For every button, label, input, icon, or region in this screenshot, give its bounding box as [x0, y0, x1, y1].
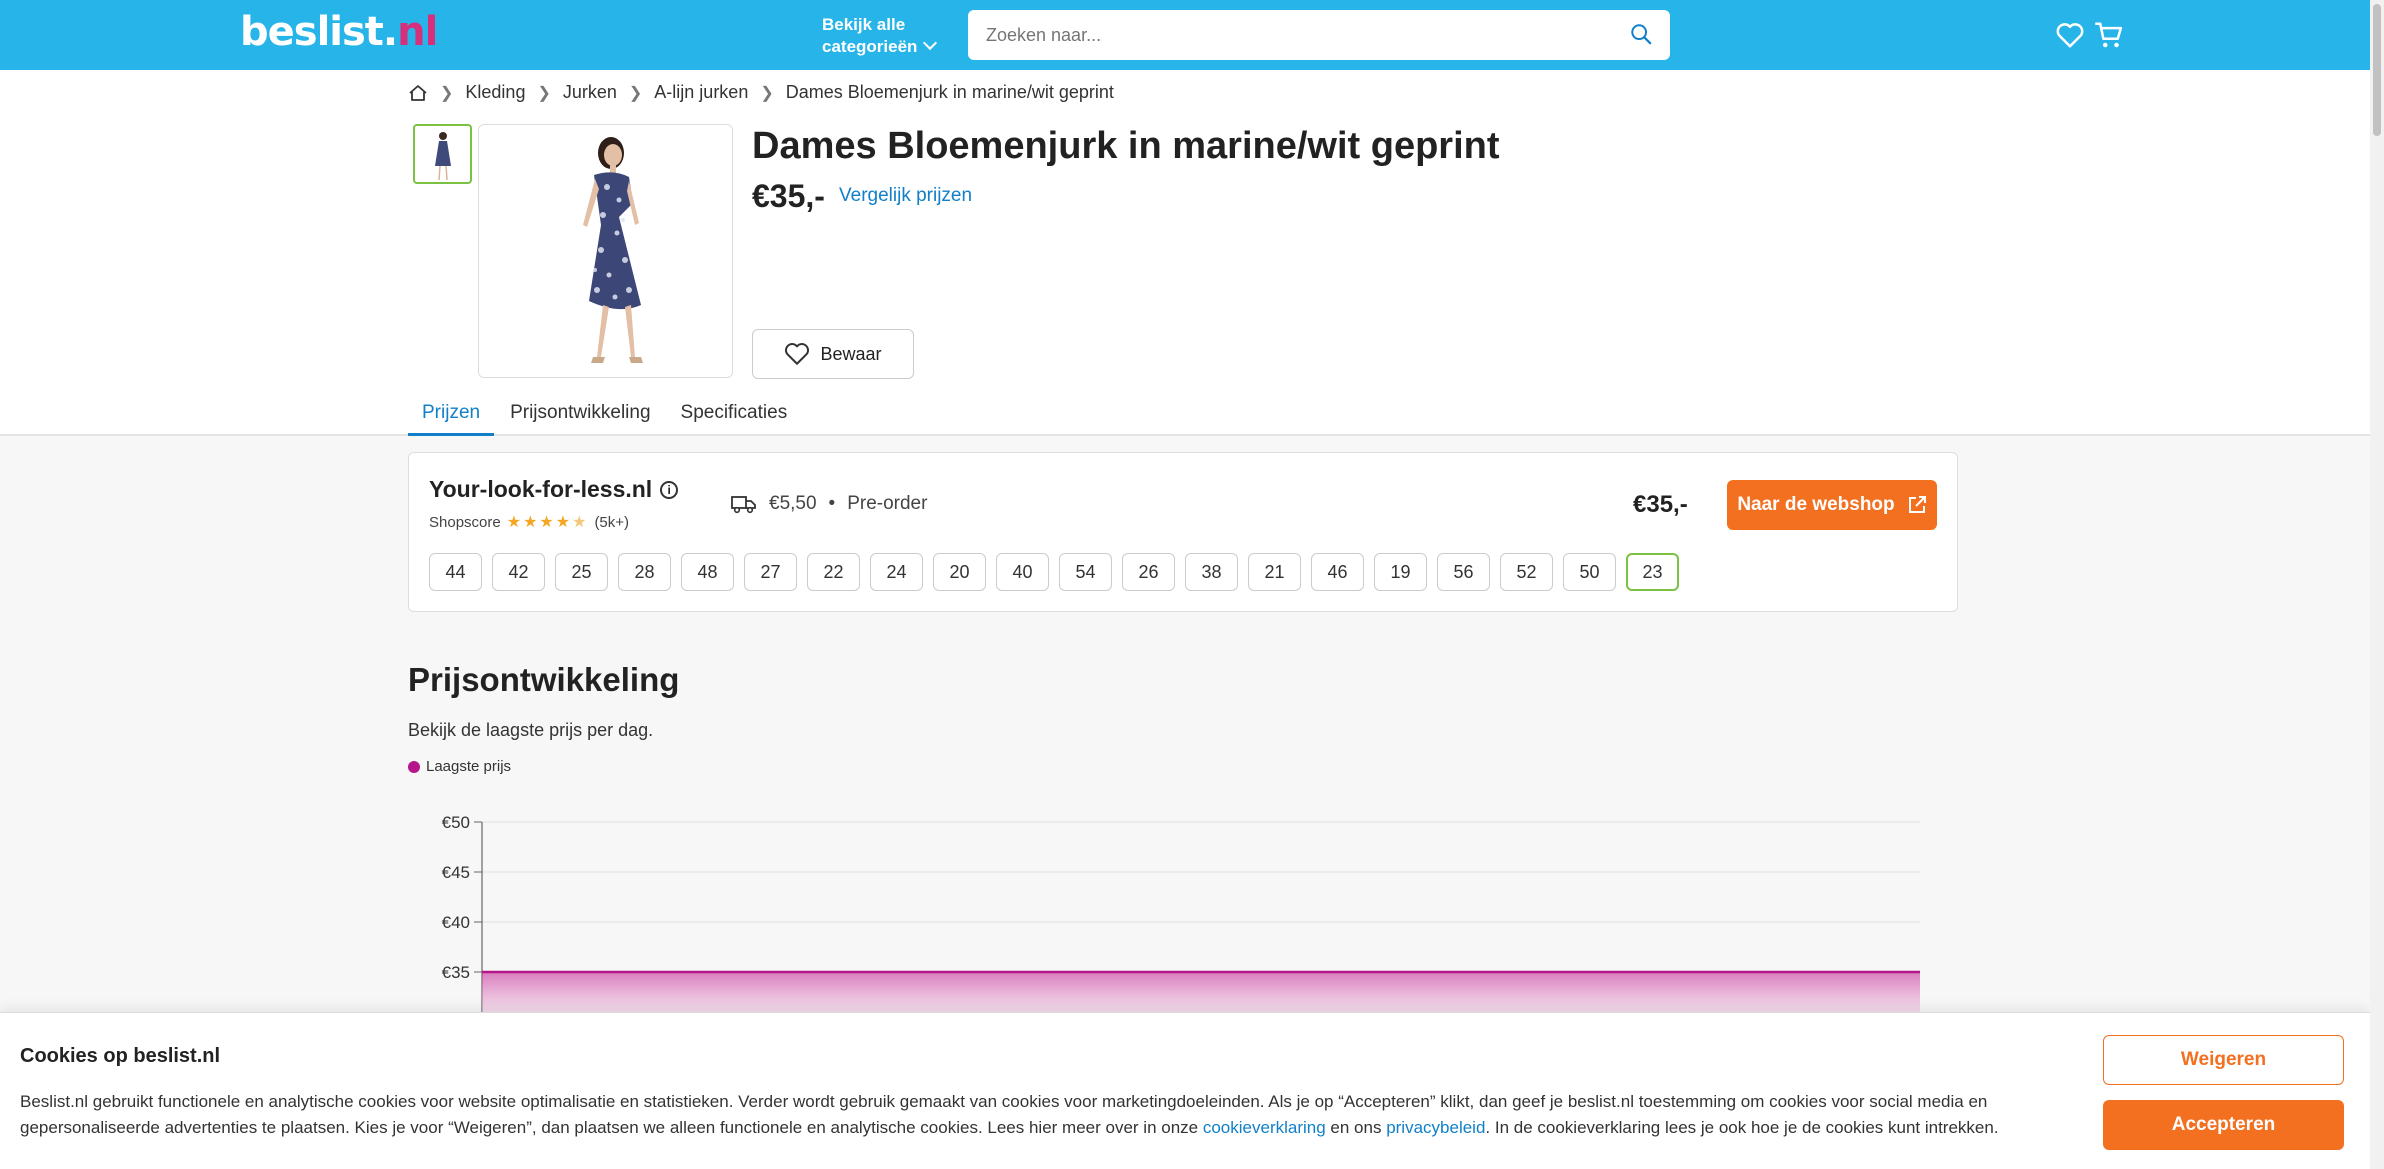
breadcrumb: ❯ Kleding ❯ Jurken ❯ A-lijn jurken ❯ Dam… [408, 82, 1114, 103]
shop-name[interactable]: Your-look-for-less.nl [429, 476, 652, 503]
go-to-webshop-label: Naar de webshop [1737, 494, 1895, 515]
heart-icon [785, 343, 810, 365]
logo-tld: nl [397, 9, 438, 55]
scrollbar-thumb[interactable] [2373, 4, 2381, 136]
size-options: 44 42 25 28 48 27 22 24 20 40 54 26 38 21 46 19 56 52 50 23 [429, 553, 1679, 591]
size-option-50[interactable]: 50 [1563, 553, 1616, 591]
shipping-cost: €5,50 [769, 493, 817, 514]
page-scrollbar[interactable] [2370, 0, 2384, 1169]
y-tick-label: €40 [442, 913, 470, 932]
logo-dot: . [382, 9, 398, 55]
tab-specificaties[interactable]: Specificaties [667, 396, 802, 436]
product-image[interactable] [478, 124, 733, 378]
y-tick-label: €35 [442, 963, 470, 982]
cookie-text-part3: . In de cookieverklaring lees je ook hoe… [1485, 1118, 1999, 1137]
cookie-text: Beslist.nl gebruikt functionele en analy… [20, 1089, 2080, 1141]
cookie-statement-link[interactable]: cookieverklaring [1203, 1118, 1326, 1137]
cart-icon[interactable] [2094, 20, 2124, 50]
go-to-webshop-button[interactable]: Naar de webshop [1727, 480, 1937, 530]
price-history-chart: €50 €45 €40 €35 [442, 813, 1920, 1013]
shipping-info: €5,50 • Pre-order [731, 493, 927, 515]
breadcrumb-item-a-lijn-jurken[interactable]: A-lijn jurken [654, 82, 748, 103]
external-link-icon [1908, 496, 1926, 513]
privacy-policy-link[interactable]: privacybeleid [1386, 1118, 1485, 1137]
size-option-26[interactable]: 26 [1122, 553, 1175, 591]
cookie-banner: Cookies op beslist.nl Beslist.nl gebruik… [0, 1012, 2370, 1169]
breadcrumb-item-jurken[interactable]: Jurken [563, 82, 617, 103]
accept-cookies-button[interactable]: Accepteren [2103, 1100, 2344, 1150]
size-option-52[interactable]: 52 [1500, 553, 1553, 591]
offer-card: Your-look-for-less.nl i Shopscore ★★★★★ … [408, 452, 1958, 612]
product-title: Dames Bloemenjurk in marine/wit geprint [752, 125, 1500, 167]
separator: • [828, 493, 836, 514]
rating-count: (5k+) [594, 513, 630, 531]
product-thumbnail[interactable] [413, 124, 472, 184]
star-rating-icon: ★★★★★ [506, 514, 589, 531]
price-history-subtitle: Bekijk de laagste prijs per dag. [408, 720, 654, 740]
heart-icon[interactable] [2055, 20, 2085, 50]
size-option-27[interactable]: 27 [744, 553, 797, 591]
size-option-24[interactable]: 24 [870, 553, 923, 591]
chart-legend: Laagste prijs [408, 758, 511, 775]
shopscore-label: Shopscore [429, 513, 501, 531]
product-price: €35,- [752, 178, 825, 214]
compare-prices-link[interactable]: Vergelijk prijzen [839, 185, 972, 207]
truck-icon [731, 496, 756, 514]
search-icon[interactable] [1630, 23, 1652, 45]
y-tick-label: €50 [442, 813, 470, 832]
info-icon[interactable]: i [660, 480, 679, 499]
shopscore: Shopscore ★★★★★ (5k+) [429, 512, 629, 532]
search-bar [968, 10, 1670, 60]
series-area-laagste-prijs [482, 972, 1920, 1013]
categories-line1: Bekijk alle [822, 15, 906, 34]
search-input[interactable] [968, 10, 1588, 60]
price-history-title: Prijsontwikkeling [408, 661, 680, 698]
chevron-right-icon: ❯ [440, 84, 454, 102]
size-option-19[interactable]: 19 [1374, 553, 1427, 591]
size-option-38[interactable]: 38 [1185, 553, 1238, 591]
cookie-text-part2: en ons [1325, 1118, 1387, 1137]
size-option-54[interactable]: 54 [1059, 553, 1112, 591]
size-option-21[interactable]: 21 [1248, 553, 1301, 591]
deny-cookies-button[interactable]: Weigeren [2103, 1035, 2344, 1085]
size-option-20[interactable]: 20 [933, 553, 986, 591]
chevron-right-icon: ❯ [628, 84, 643, 102]
size-option-22[interactable]: 22 [807, 553, 860, 591]
product-tabs: Prijzen Prijsontwikkeling Specificaties [408, 396, 803, 436]
size-option-46[interactable]: 46 [1311, 553, 1364, 591]
size-option-56[interactable]: 56 [1437, 553, 1490, 591]
y-tick-label: €45 [442, 863, 470, 882]
offer-price: €35,- [1633, 491, 1688, 518]
shop-name-row: Your-look-for-less.nl i [429, 476, 679, 503]
home-icon[interactable] [408, 84, 428, 102]
tab-prijzen[interactable]: Prijzen [408, 396, 495, 436]
site-header: beslist.nl Bekijk alle categorieën [0, 0, 2370, 70]
cookie-title: Cookies op beslist.nl [20, 1045, 221, 1067]
breadcrumb-item-kleding[interactable]: Kleding [465, 82, 525, 103]
save-label: Bewaar [820, 343, 882, 364]
beslist-logo[interactable]: beslist.nl [240, 9, 438, 55]
size-option-28[interactable]: 28 [618, 553, 671, 591]
size-option-23[interactable]: 23 [1626, 553, 1679, 591]
size-option-44[interactable]: 44 [429, 553, 482, 591]
chevron-right-icon: ❯ [537, 84, 551, 102]
save-button[interactable]: Bewaar [752, 329, 914, 379]
size-option-42[interactable]: 42 [492, 553, 545, 591]
legend-label: Laagste prijs [426, 758, 512, 775]
size-option-25[interactable]: 25 [555, 553, 608, 591]
availability: Pre-order [847, 493, 928, 514]
size-option-40[interactable]: 40 [996, 553, 1049, 591]
legend-dot [408, 760, 420, 773]
chevron-right-icon: ❯ [760, 84, 774, 102]
logo-main: beslist [240, 9, 384, 55]
categories-line2: categorieën [822, 37, 918, 56]
size-option-48[interactable]: 48 [681, 553, 734, 591]
categories-menu-button[interactable]: Bekijk alle categorieën [822, 14, 938, 58]
breadcrumb-item-current: Dames Bloemenjurk in marine/wit geprint [785, 82, 1114, 102]
tab-prijsontwikkeling[interactable]: Prijsontwikkeling [496, 396, 664, 436]
chevron-down-icon [923, 35, 938, 51]
